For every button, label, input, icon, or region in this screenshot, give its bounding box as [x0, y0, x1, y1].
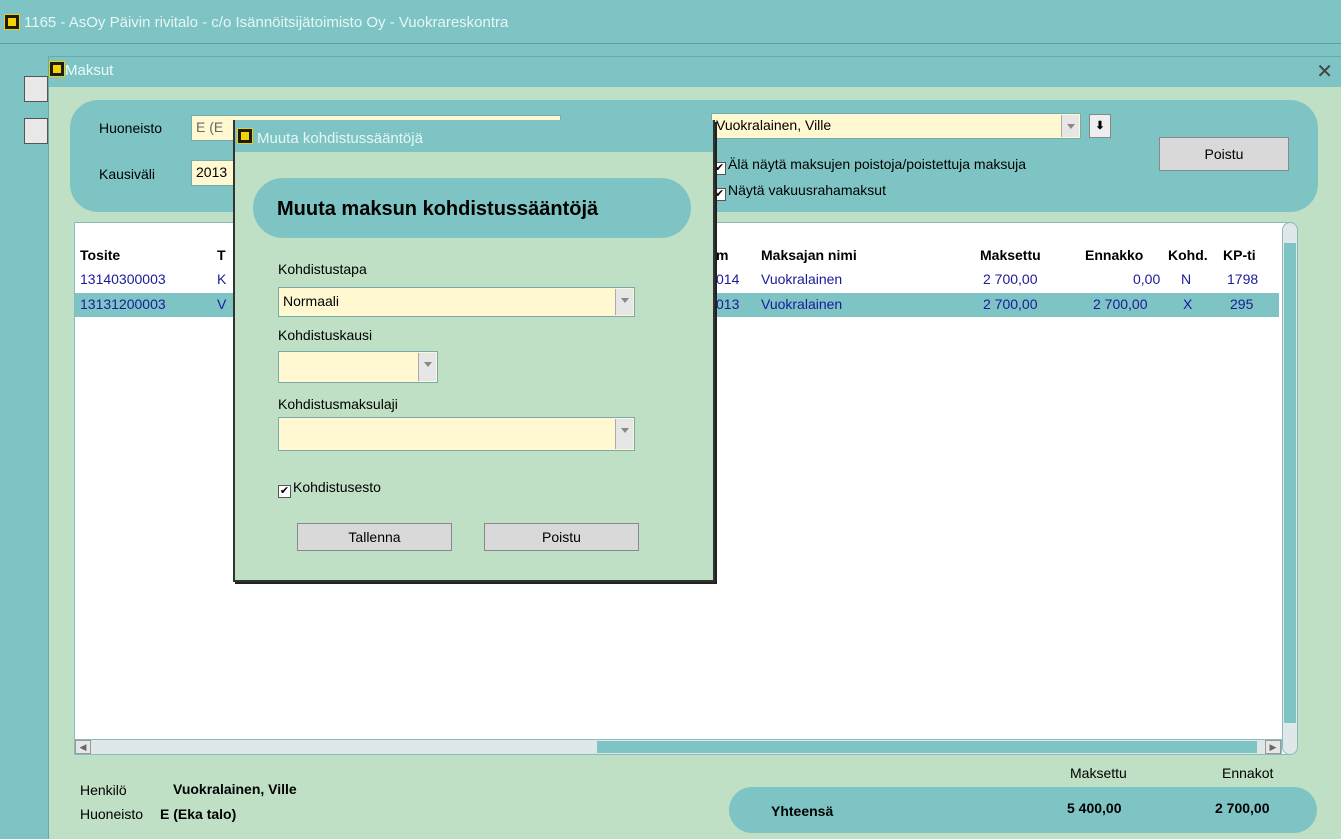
scroll-thumb[interactable]: [597, 741, 1257, 753]
horizontal-scrollbar[interactable]: ◀ ▶: [74, 739, 1282, 755]
chk-poistot[interactable]: ✔ Älä näytä maksujen poistoja/poistettuja…: [713, 156, 1026, 175]
dialog-heading-panel: Muuta maksun kohdistussääntöjä: [253, 178, 691, 238]
cell-kohd: X: [1183, 296, 1193, 312]
maksut-title: Maksut: [65, 62, 114, 79]
cell-t: K: [217, 271, 227, 287]
col-header-ennakko: Ennakko: [1085, 247, 1144, 263]
kohdistuskausi-label: Kohdistuskausi: [278, 327, 373, 343]
footer-huoneisto-label: Huoneisto: [80, 806, 144, 822]
kohdistustapa-label: Kohdistustapa: [278, 261, 367, 277]
vertical-scrollbar[interactable]: [1282, 222, 1298, 755]
kausivali-label: Kausiväli: [99, 166, 156, 182]
poistu-button[interactable]: Poistu: [1159, 137, 1289, 171]
dialog-heading: Muuta maksun kohdistussääntöjä: [277, 198, 599, 220]
kausivali-value: 2013: [196, 164, 228, 180]
list-values-button[interactable]: ⬇: [1089, 114, 1111, 138]
cell-nimi: Vuokralainen: [761, 271, 843, 287]
footer-maksettu-label: Maksettu: [1070, 765, 1127, 781]
close-icon[interactable]: ✕: [1316, 59, 1333, 84]
scroll-thumb[interactable]: [1284, 243, 1296, 723]
save-icon[interactable]: [24, 76, 48, 102]
chk-poistot-label: Älä näytä maksujen poistoja/poistettuja …: [728, 156, 1027, 172]
cell-nimi: Vuokralainen: [761, 296, 843, 312]
cell-t: V: [217, 296, 227, 312]
kohdistustapa-select[interactable]: Normaali: [278, 287, 635, 317]
chevron-down-icon[interactable]: [615, 419, 633, 449]
cell-m: 014: [716, 271, 740, 287]
footer-ennakot-label: Ennakot: [1222, 765, 1274, 781]
cell-tosite: 13131200003: [80, 296, 166, 312]
cell-maksettu: 2 700,00: [983, 271, 1038, 287]
footer-huoneisto-value: E (Eka talo): [160, 806, 237, 822]
cell-ennakko: 0,00: [1133, 271, 1161, 287]
maksaja-value: Vuokralainen, Ville: [716, 117, 832, 133]
kohdistusesto-label: Kohdistusesto: [293, 479, 381, 495]
dialog-titlebar: Muuta kohdistussääntöjä: [235, 120, 713, 152]
cell-kp: 295: [1230, 296, 1254, 312]
dialog-title: Muuta kohdistussääntöjä: [257, 130, 423, 147]
maksettu-total: 5 400,00: [1067, 800, 1122, 816]
dialog-poistu-button[interactable]: Poistu: [484, 523, 639, 551]
kohdistuskausi-select[interactable]: [278, 351, 438, 383]
col-header-m: m: [716, 247, 729, 263]
cell-kp: 1798: [1227, 271, 1259, 287]
ennakot-total: 2 700,00: [1215, 800, 1270, 816]
app-icon: [4, 14, 20, 30]
chevron-down-icon[interactable]: [418, 353, 436, 381]
cell-kohd: N: [1181, 271, 1192, 287]
kohdistus-dialog: Muuta kohdistussääntöjä Muuta maksun koh…: [233, 120, 715, 582]
cell-m: 013: [716, 296, 740, 312]
chevron-down-icon[interactable]: [1061, 115, 1079, 137]
huoneisto-label: Huoneisto: [99, 120, 163, 136]
tallenna-button[interactable]: Tallenna: [297, 523, 452, 551]
kohdistustapa-value: Normaali: [283, 293, 340, 309]
exit-icon[interactable]: [24, 118, 48, 144]
window-icon: [237, 128, 253, 144]
total-panel: Yhteensä 5 400,00 2 700,00: [729, 787, 1317, 833]
maksut-titlebar: Maksut ✕: [49, 57, 1341, 87]
footer-henkilo-value: Vuokralainen, Ville: [173, 781, 297, 797]
window-icon: [49, 61, 65, 77]
scroll-right-icon[interactable]: ▶: [1265, 740, 1281, 754]
scroll-left-icon[interactable]: ◀: [75, 740, 91, 754]
col-header-maksettu: Maksettu: [980, 247, 1041, 263]
kohdistusesto-checkbox[interactable]: ✔ Kohdistusesto: [278, 479, 381, 498]
col-header-t: T: [217, 247, 226, 263]
cell-maksettu: 2 700,00: [983, 296, 1038, 312]
col-header-tosite: Tosite: [80, 247, 121, 263]
col-header-nimi: Maksajan nimi: [761, 247, 857, 263]
chevron-down-icon[interactable]: [615, 289, 633, 315]
checkbox-icon[interactable]: ✔: [278, 485, 291, 498]
cell-tosite: 13140300003: [80, 271, 166, 287]
col-header-kohd: Kohd.: [1168, 247, 1208, 263]
footer-henkilo-label: Henkilö: [80, 782, 127, 798]
cell-ennakko: 2 700,00: [1093, 296, 1148, 312]
chk-vakuus[interactable]: ✔ Näytä vakuusrahamaksut: [713, 182, 886, 201]
huoneisto-value: E (E: [196, 119, 224, 135]
maksaja-select[interactable]: Vuokralainen, Ville: [711, 113, 1081, 139]
app-titlebar: 1165 - AsOy Päivin rivitalo - c/o Isännö…: [0, 0, 1341, 44]
chk-vakuus-label: Näytä vakuusrahamaksut: [728, 182, 886, 198]
yhteensa-label: Yhteensä: [771, 803, 834, 819]
kohdistusmaksulaji-label: Kohdistusmaksulaji: [278, 396, 398, 412]
app-title: 1165 - AsOy Päivin rivitalo - c/o Isännö…: [24, 14, 509, 31]
kohdistusmaksulaji-select[interactable]: [278, 417, 635, 451]
col-header-kp: KP-ti: [1223, 247, 1256, 263]
